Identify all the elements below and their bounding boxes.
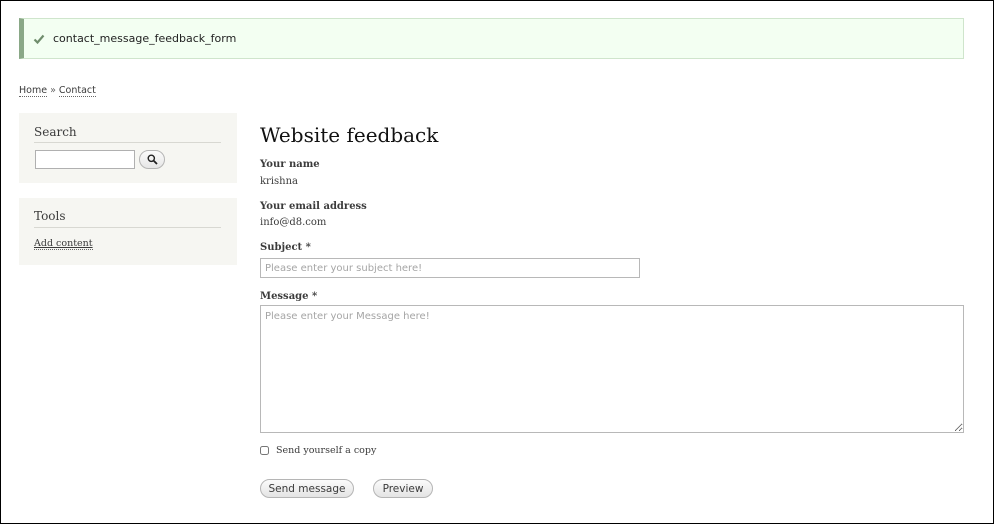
add-content-link[interactable]: Add content — [34, 238, 93, 250]
subject-input[interactable] — [260, 258, 640, 278]
tools-block-title: Tools — [34, 209, 66, 223]
search-block-title: Search — [34, 125, 77, 139]
breadcrumb: Home» Contact — [19, 85, 96, 97]
breadcrumb-contact-link[interactable]: Contact — [58, 85, 96, 97]
status-message: contact_message_feedback_form — [19, 18, 964, 59]
email-value: info@d8.com — [260, 217, 327, 228]
search-input[interactable] — [35, 150, 135, 169]
subject-label: Subject * — [260, 242, 311, 253]
tools-block: Tools Add content — [19, 198, 237, 265]
page-title: Website feedback — [260, 123, 439, 147]
send-copy-option[interactable]: Send yourself a copy — [260, 445, 376, 456]
status-text: contact_message_feedback_form — [53, 32, 237, 45]
send-message-button[interactable]: Send message — [260, 479, 354, 498]
message-label: Message * — [260, 291, 318, 302]
search-button[interactable] — [139, 150, 165, 169]
search-icon — [147, 154, 158, 165]
email-label: Your email address — [260, 201, 367, 212]
name-value: krishna — [260, 176, 299, 187]
breadcrumb-separator: » — [50, 85, 56, 96]
send-copy-label: Send yourself a copy — [276, 445, 377, 456]
search-block: Search — [19, 113, 237, 183]
send-copy-checkbox[interactable] — [260, 446, 269, 455]
checkmark-icon — [33, 34, 45, 44]
block-divider — [34, 142, 221, 143]
block-divider — [34, 227, 221, 228]
message-textarea[interactable] — [260, 305, 964, 433]
breadcrumb-home-link[interactable]: Home — [19, 85, 48, 97]
preview-button[interactable]: Preview — [373, 479, 433, 498]
name-label: Your name — [260, 159, 320, 170]
